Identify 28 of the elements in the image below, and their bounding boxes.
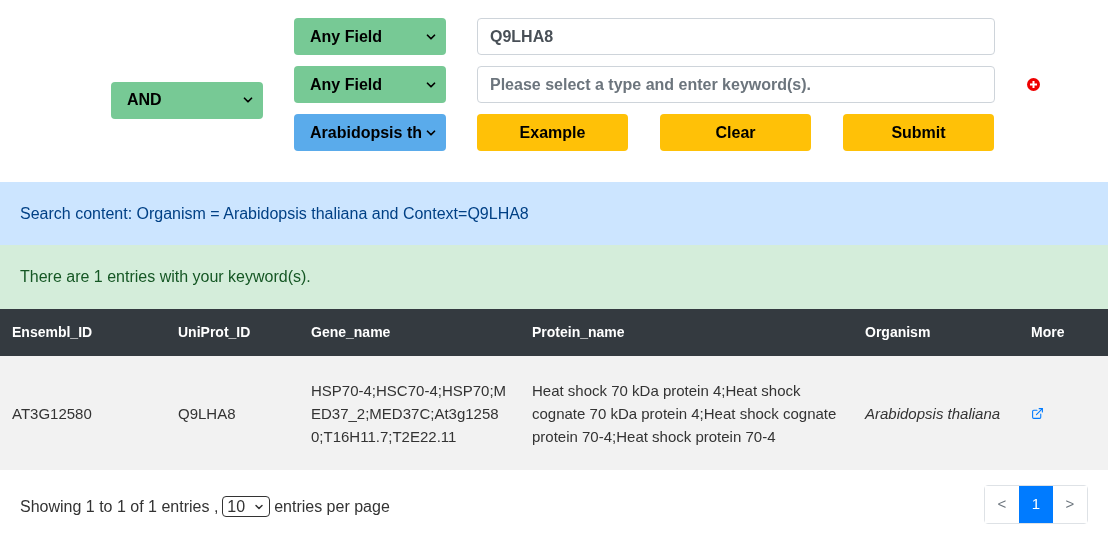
organism-select[interactable]: Arabidopsis th [294, 114, 446, 151]
page-size-select[interactable]: 10 [222, 496, 271, 517]
column-header: UniProt_ID [178, 324, 251, 340]
per-page-text: entries per page [274, 496, 390, 517]
search-summary: Search content: Organism = Arabidopsis thaliana and Context=Q9LHA8 [0, 182, 1108, 245]
table-cell: Q9LHA8 [178, 404, 236, 422]
page-button[interactable]: 1 [1019, 486, 1053, 523]
action-button[interactable]: Clear [660, 114, 811, 151]
keyword-input[interactable]: Q9LHA8 [477, 18, 995, 55]
column-header: Ensembl_ID [12, 324, 93, 340]
result-count: There are 1 entries with your keyword(s). [0, 245, 1108, 309]
operator-select[interactable]: AND [111, 81, 263, 119]
action-button[interactable]: Submit [843, 114, 994, 151]
table-cell: Arabidopsis thaliana [865, 404, 1001, 422]
column-header: Protein_name [532, 324, 625, 340]
column-header: More [1031, 324, 1065, 340]
field-select[interactable]: Any Field [294, 18, 446, 55]
external-link-icon[interactable] [1031, 406, 1044, 420]
action-button[interactable]: Example [477, 114, 628, 151]
showing-text: Showing 1 to 1 of 1 entries , [20, 496, 219, 517]
field-select[interactable]: Any Field [294, 66, 446, 103]
column-header: Gene_name [311, 324, 391, 340]
add-icon[interactable] [1027, 78, 1040, 91]
keyword-input[interactable]: Please select a type and enter keyword(s). [477, 66, 995, 103]
column-header: Organism [865, 324, 931, 340]
table-cell: AT3G12580 [12, 404, 92, 422]
table-cell: Heat shock 70 kDa protein 4;Heat shock cognate 70 kDa protein 4;Heat shock cognate protein 70-4;Heat shock protein 70-4 [532, 381, 837, 445]
table-cell: HSP70-4;HSC70-4;HSP70;MED37_2;MED37C;At3g12580;T16H11.7;T2E22.11 [311, 381, 507, 445]
